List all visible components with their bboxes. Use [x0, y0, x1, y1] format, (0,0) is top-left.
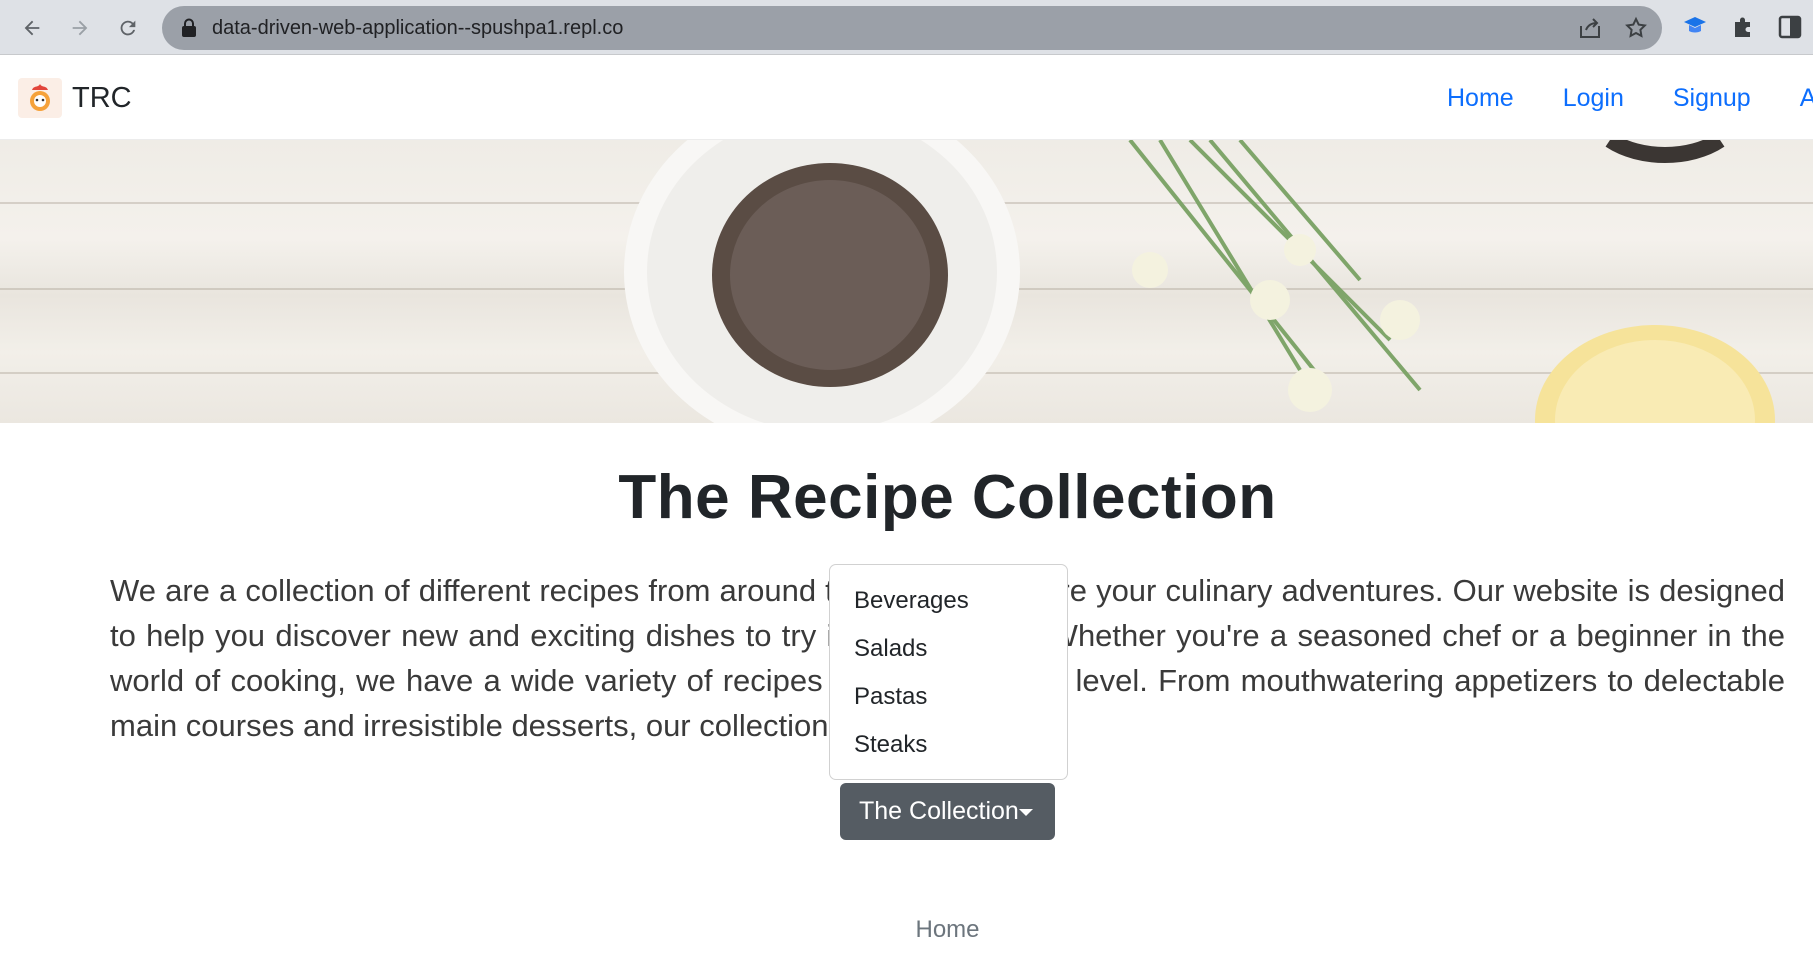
browser-toolbar: data-driven-web-application--spushpa1.re… [0, 0, 1813, 55]
url-text[interactable]: data-driven-web-application--spushpa1.re… [212, 17, 623, 40]
hero-banner-image [0, 140, 1813, 423]
page-title: The Recipe Collection [618, 463, 1277, 532]
caret-down-icon [1019, 809, 1033, 816]
nav-links: Home Login Signup Ab [1447, 84, 1813, 113]
forward-arrow-icon[interactable] [62, 10, 98, 46]
back-arrow-icon[interactable] [14, 10, 50, 46]
footer-home-link[interactable]: Home [0, 916, 1813, 944]
nav-link-login[interactable]: Login [1563, 84, 1624, 113]
herb-bowl-illustration [624, 140, 1775, 423]
dropdown-item-pastas[interactable]: Pastas [830, 673, 1067, 721]
dropdown-item-steaks[interactable]: Steaks [830, 721, 1067, 769]
chef-logo-icon[interactable] [18, 78, 62, 118]
collection-dropdown-label: The Collection [859, 797, 1019, 825]
dropdown-item-beverages[interactable]: Beverages [830, 577, 1067, 625]
nav-link-home[interactable]: Home [1447, 84, 1514, 113]
side-panel-icon[interactable] [1777, 14, 1803, 40]
extension-cap-icon[interactable] [1682, 14, 1708, 40]
nav-link-signup[interactable]: Signup [1673, 84, 1751, 113]
nav-link-about[interactable]: Ab [1800, 84, 1813, 113]
puzzle-extensions-icon[interactable] [1730, 14, 1756, 40]
collection-dropdown-button[interactable]: The Collection [840, 783, 1055, 840]
bookmark-star-icon[interactable] [1624, 16, 1648, 40]
brand-name[interactable]: TRC [72, 82, 132, 115]
lock-icon [182, 18, 196, 37]
reload-icon[interactable] [110, 10, 146, 46]
dropdown-item-salads[interactable]: Salads [830, 625, 1067, 673]
address-bar[interactable]: data-driven-web-application--spushpa1.re… [162, 6, 1662, 50]
share-icon[interactable] [1578, 17, 1602, 39]
collection-dropdown-menu: Beverages Salads Pastas Steaks [829, 564, 1068, 780]
site-navbar: TRC Home Login Signup Ab [0, 56, 1813, 140]
